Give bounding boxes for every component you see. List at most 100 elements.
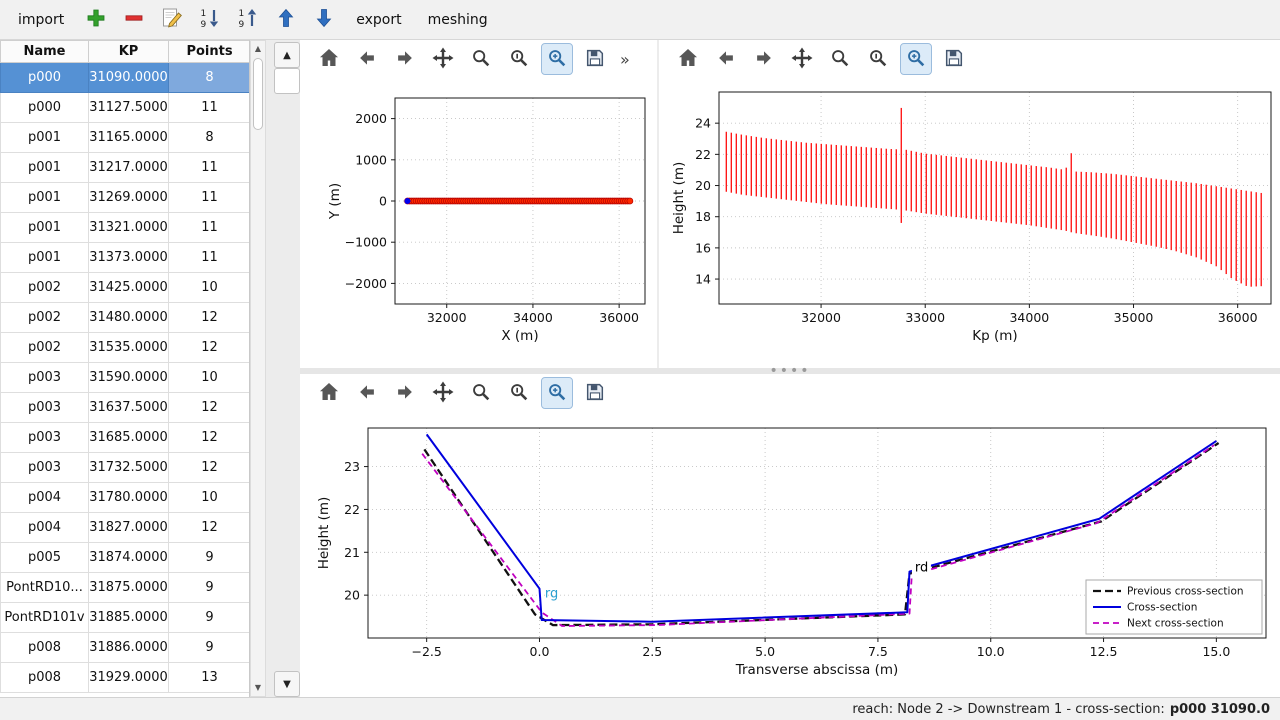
table-cell[interactable]: 31885.0000 <box>89 603 169 633</box>
table-cell[interactable]: 31217.0000 <box>89 153 169 183</box>
table-cell[interactable]: PontRD101v <box>1 603 89 633</box>
move-down-button[interactable] <box>310 6 338 34</box>
table-cell[interactable]: p008 <box>1 633 89 663</box>
table-cell[interactable]: p002 <box>1 333 89 363</box>
table-row[interactable]: p00231535.000012 <box>1 333 251 363</box>
table-cell[interactable]: 10 <box>169 363 251 393</box>
table-cell[interactable]: p003 <box>1 363 89 393</box>
table-row[interactable]: p00031127.500011 <box>1 93 251 123</box>
table-cell[interactable]: p001 <box>1 213 89 243</box>
cross-section-plot-canvas[interactable]: −2.50.02.55.07.510.012.515.020212223Tran… <box>300 412 1280 697</box>
table-cell[interactable]: 31127.5000 <box>89 93 169 123</box>
scroll-up-icon[interactable]: ▲ <box>251 42 265 56</box>
table-row[interactable]: p00131269.000011 <box>1 183 251 213</box>
table-row[interactable]: p00831886.00009 <box>1 633 251 663</box>
scroll-up-button[interactable]: ▲ <box>274 42 300 68</box>
column-header-name[interactable]: Name <box>1 41 89 63</box>
subplots-button[interactable] <box>504 44 534 74</box>
table-cell[interactable]: 31269.0000 <box>89 183 169 213</box>
save-button[interactable] <box>939 44 969 74</box>
table-cell[interactable]: 11 <box>169 93 251 123</box>
forward-button[interactable] <box>390 378 420 408</box>
add-button[interactable] <box>82 6 110 34</box>
zoom-rect-button[interactable] <box>901 44 931 74</box>
table-cell[interactable]: 31480.0000 <box>89 303 169 333</box>
table-cell[interactable]: 12 <box>169 333 251 363</box>
table-cell[interactable]: 12 <box>169 453 251 483</box>
table-cell[interactable]: 31373.0000 <box>89 243 169 273</box>
table-row[interactable]: p00831929.000013 <box>1 663 251 693</box>
table-row[interactable]: p00031090.00008 <box>1 63 251 93</box>
table-cell[interactable]: 11 <box>169 213 251 243</box>
panel-scrollbar-thumb[interactable] <box>274 68 300 94</box>
table-cell[interactable]: 11 <box>169 153 251 183</box>
table-cell[interactable]: PontRD10... <box>1 573 89 603</box>
table-cell[interactable]: p008 <box>1 663 89 693</box>
table-cell[interactable]: 8 <box>169 63 251 93</box>
back-button[interactable] <box>352 44 382 74</box>
zoom-button[interactable] <box>466 378 496 408</box>
table-row[interactable]: p00531874.00009 <box>1 543 251 573</box>
table-cell[interactable]: 31165.0000 <box>89 123 169 153</box>
table-cell[interactable]: 31090.0000 <box>89 63 169 93</box>
toolbar-overflow-button[interactable]: » <box>620 50 630 69</box>
table-cell[interactable]: 31780.0000 <box>89 483 169 513</box>
table-cell[interactable]: 12 <box>169 513 251 543</box>
import-button[interactable]: import <box>10 8 72 32</box>
table-row[interactable]: PontRD101v31885.00009 <box>1 603 251 633</box>
table-row[interactable]: p00331685.000012 <box>1 423 251 453</box>
table-cell[interactable]: 31637.5000 <box>89 393 169 423</box>
table-cell[interactable]: p004 <box>1 513 89 543</box>
table-row[interactable]: p00431827.000012 <box>1 513 251 543</box>
table-cell[interactable]: 10 <box>169 483 251 513</box>
table-cell[interactable]: 31827.0000 <box>89 513 169 543</box>
zoom-button[interactable] <box>825 44 855 74</box>
table-cell[interactable]: p000 <box>1 93 89 123</box>
table-row[interactable]: p00431780.000010 <box>1 483 251 513</box>
table-cell[interactable]: 31875.0000 <box>89 573 169 603</box>
back-button[interactable] <box>711 44 741 74</box>
table-cell[interactable]: 31535.0000 <box>89 333 169 363</box>
table-cell[interactable]: 9 <box>169 543 251 573</box>
home-button[interactable] <box>673 44 703 74</box>
table-row[interactable]: p00131165.00008 <box>1 123 251 153</box>
table-cell[interactable]: p005 <box>1 543 89 573</box>
table-cell[interactable]: 31321.0000 <box>89 213 169 243</box>
column-header-points[interactable]: Points <box>169 41 251 63</box>
table-cell[interactable]: p003 <box>1 453 89 483</box>
table-cell[interactable]: 31874.0000 <box>89 543 169 573</box>
xy-plot-canvas[interactable]: 320003400036000−2000−1000010002000X (m)Y… <box>300 78 657 368</box>
table-cell[interactable]: p003 <box>1 423 89 453</box>
forward-button[interactable] <box>749 44 779 74</box>
table-cell[interactable]: p001 <box>1 243 89 273</box>
pan-button[interactable] <box>428 44 458 74</box>
column-header-kp[interactable]: KP <box>89 41 169 63</box>
pan-button[interactable] <box>787 44 817 74</box>
table-cell[interactable]: 11 <box>169 183 251 213</box>
table-cell[interactable]: p003 <box>1 393 89 423</box>
meshing-button[interactable]: meshing <box>420 8 496 32</box>
back-button[interactable] <box>352 378 382 408</box>
table-row[interactable]: p00131373.000011 <box>1 243 251 273</box>
table-cell[interactable]: p001 <box>1 123 89 153</box>
table-cell[interactable]: 11 <box>169 243 251 273</box>
table-row[interactable]: p00131321.000011 <box>1 213 251 243</box>
save-button[interactable] <box>580 378 610 408</box>
table-cell[interactable]: 31685.0000 <box>89 423 169 453</box>
table-cell[interactable]: p001 <box>1 153 89 183</box>
table-row[interactable]: p00331732.500012 <box>1 453 251 483</box>
table-scrollbar-thumb[interactable] <box>253 58 263 130</box>
zoom-button[interactable] <box>466 44 496 74</box>
table-cell[interactable]: 31886.0000 <box>89 633 169 663</box>
table-cell[interactable]: 9 <box>169 633 251 663</box>
table-row[interactable]: p00331590.000010 <box>1 363 251 393</box>
subplots-button[interactable] <box>504 378 534 408</box>
table-row[interactable]: PontRD10...31875.00009 <box>1 573 251 603</box>
table-cell[interactable]: p002 <box>1 273 89 303</box>
table-row[interactable]: p00331637.500012 <box>1 393 251 423</box>
home-button[interactable] <box>314 44 344 74</box>
home-button[interactable] <box>314 378 344 408</box>
table-cell[interactable]: 12 <box>169 303 251 333</box>
table-cell[interactable]: 9 <box>169 603 251 633</box>
kp-height-plot-canvas[interactable]: 3200033000340003500036000141618202224Kp … <box>659 78 1280 368</box>
